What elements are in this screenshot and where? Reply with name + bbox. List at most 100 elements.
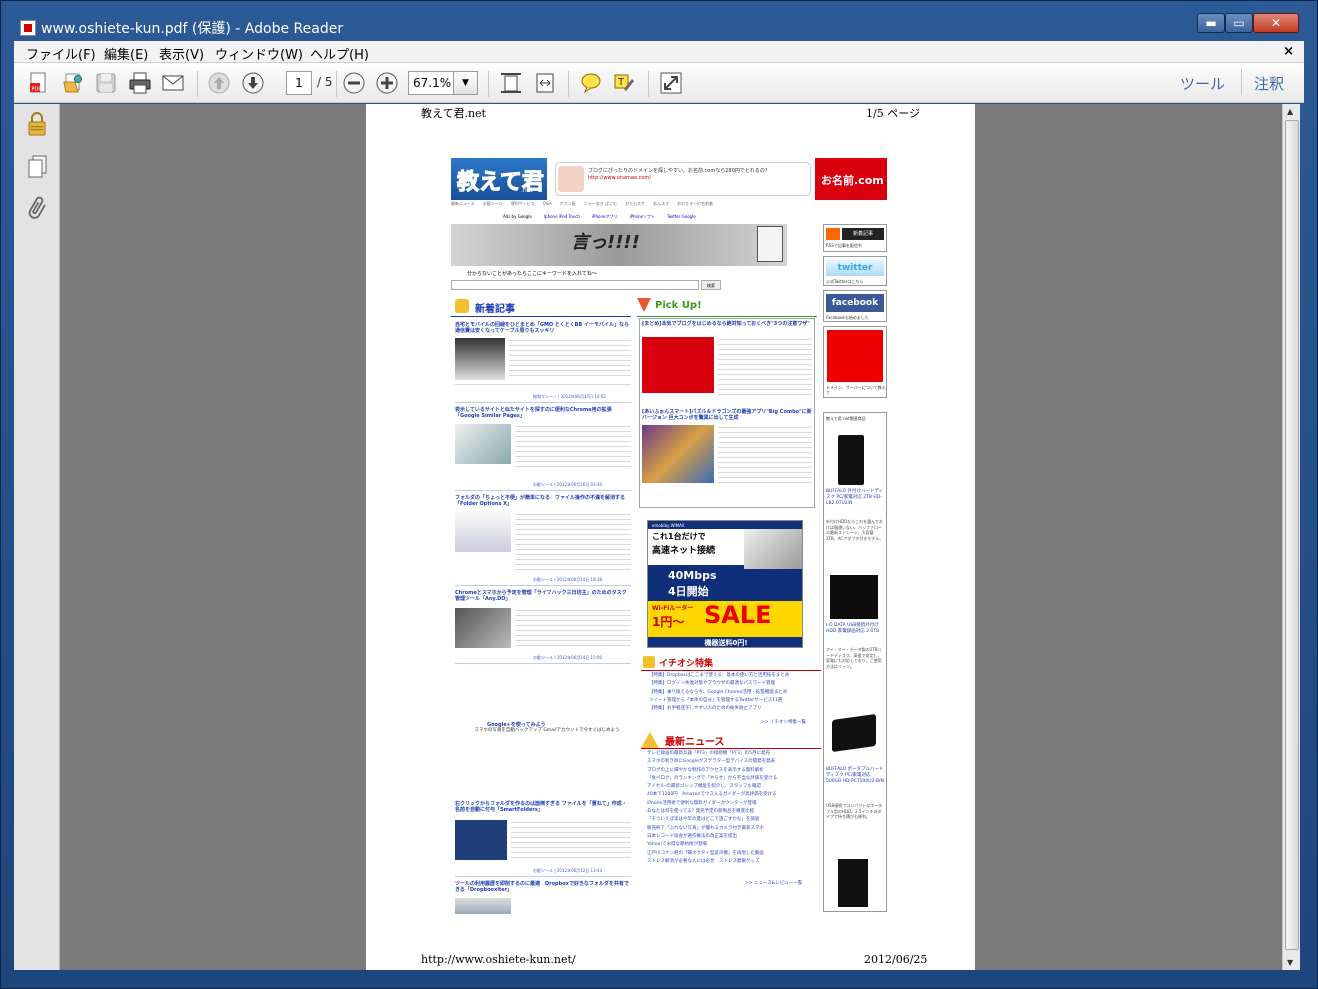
minimize-button[interactable]: ▬ [1197, 13, 1225, 33]
twitter-box[interactable]: twitter 公式Twitterはこちら [823, 256, 887, 286]
pickup-title[interactable]: [あいふぉんスマート]パズル＆ドラゴンズの最強アプリ"Big Combo"に新バ… [642, 409, 812, 421]
menu-view[interactable]: 表示(V) [159, 44, 204, 63]
product-name[interactable]: BUFFALO 外付けハードディスク PC/家電対応 2TB HD-LB2.0T… [826, 489, 884, 507]
article-thumbnail[interactable] [455, 512, 511, 552]
facebook-box[interactable]: facebook Facebookも始めました [823, 290, 887, 322]
wimax-ad[interactable]: emobiby WiMAX これ1台だけで 高速ネット接続 40Mbps 4日開… [647, 520, 803, 648]
product-image[interactable] [838, 859, 868, 907]
product-image[interactable] [838, 435, 864, 485]
article-thumbnail[interactable] [455, 338, 505, 380]
onamae-banner[interactable]: お名前.com [815, 158, 887, 200]
page-footer-url[interactable]: http://www.oshiete-kun.net/ [421, 953, 576, 966]
pickup-title[interactable]: [まとめ]本気でブログをはじめるなら絶対知っておくべき"3つの注意ワザ" [642, 321, 812, 327]
comment-pane-button[interactable]: 注釈 [1254, 73, 1284, 94]
article-title[interactable]: 右クリックからフォルダを作るのは面倒すぎる ファイルを「重ねて」作成・名前を自動… [455, 801, 631, 813]
print-icon[interactable] [128, 71, 152, 95]
pickup-excerpt [718, 337, 812, 399]
sticky-note-icon[interactable] [579, 71, 603, 95]
google-plus-text: スマホの写真を自動バックアップ Gmailアカウントで今すぐはじめよう [474, 728, 620, 733]
vertical-scrollbar[interactable]: ▲ ▼ [1282, 104, 1300, 970]
article-date: 総和マシーン | 2012年06月17日 14:02 [533, 394, 606, 399]
fit-width-icon[interactable] [533, 71, 557, 95]
pickup-image[interactable] [642, 425, 714, 483]
product-desc: アイ・オー・データ製の2TBハードディスク。高速で安定し、家電にも対応しており、… [826, 647, 882, 669]
page-number-input[interactable]: 1 [286, 71, 312, 95]
article-title[interactable]: ツールの利用履歴を即削するのに最適 Dropboxで好きなフォルダを共有できる「… [455, 881, 631, 893]
news-list[interactable]: テレビ録画の最新兵器「PT3」の接続機「PT3」の5月に発売 スマホの利き目にGo… [647, 750, 777, 866]
close-document-button[interactable]: × [1283, 44, 1294, 59]
header-ad[interactable]: ブログにぴったりのドメインを探しやすい。お名前.comなら280円でとれるの? … [555, 162, 811, 196]
new-articles-badge-icon [455, 299, 469, 313]
highlight-text-icon[interactable]: T [612, 71, 636, 95]
save-icon[interactable] [94, 71, 118, 95]
app-window: www.oshiete-kun.pdf (保護) - Adobe Reader … [0, 0, 1318, 989]
news-badge-icon [641, 732, 659, 748]
new-articles-heading: 新着記事 [475, 304, 515, 315]
site-search-button[interactable]: 検索 [701, 280, 721, 290]
news-more-link[interactable]: >> ニュース&レビュー一覧 [745, 880, 802, 886]
article-excerpt [515, 608, 631, 648]
feature-more-link[interactable]: >> イチオシ特集一覧 [761, 719, 806, 725]
article-title[interactable]: Chromeとスマホから予定を管理「ライフハック三日坊主」のためのタスク管理ツー… [455, 590, 631, 602]
google-plus-link[interactable]: Google+を使ってみよう [487, 721, 546, 728]
previous-page-icon[interactable] [207, 71, 231, 95]
scroll-down-icon[interactable]: ▼ [1287, 958, 1293, 967]
page-thumbnails-icon[interactable] [27, 154, 49, 178]
site-nav[interactable]: 最新ニュース お勧ツール 便利サービス Q&A ボカン板 ニャーおき ぱこむ お… [451, 201, 713, 207]
open-file-icon[interactable] [61, 71, 85, 95]
zoom-out-icon[interactable] [342, 71, 366, 95]
products-box: 教えて君.net関連商品 BUFFALO 外付けハードディスク PC/家電対応 … [823, 412, 887, 912]
page-total: / 5 [317, 75, 333, 89]
feature-list[interactable]: 【特集】Dropboxはここまで使える：基本の使い方と活用技をまとめ 【特集】ログ… [649, 672, 789, 713]
product-name[interactable]: BUFFALO ポータブルハードディスク PC/家電対応 500GB HD-PC… [826, 767, 884, 785]
fit-page-icon[interactable] [499, 71, 523, 95]
navigation-pane [14, 104, 60, 970]
pickup-box: [まとめ]本気でブログをはじめるなら絶対知っておくべき"3つの注意ワザ" [あい… [639, 318, 815, 508]
article-thumbnail[interactable] [455, 424, 511, 464]
zoom-dropdown-chevron-icon[interactable]: ▼ [454, 71, 478, 95]
scroll-up-icon[interactable]: ▲ [1287, 107, 1293, 116]
menu-file[interactable]: ファイル(F) [26, 44, 96, 63]
site-search-input[interactable] [451, 280, 699, 290]
article-title[interactable]: フォルダの「ちょっと不便」が簡単になる ファイル操作の不満を解消する「Folde… [455, 495, 631, 507]
toolbar-separator [1241, 69, 1242, 95]
page-header-number: 1/5 ページ [866, 107, 920, 120]
search-banner: 言っ!!!! [451, 224, 787, 266]
email-icon[interactable] [161, 71, 185, 95]
document-view[interactable]: 教えて君.net 1/5 ページ http://www.oshiete-kun.… [60, 104, 1282, 970]
lock-icon[interactable] [27, 112, 47, 136]
product-name[interactable]: I-O DATA USB接続外付けHDD 家電録画対応 2.0TB [826, 623, 884, 635]
ad-links[interactable]: Ads by Google Iphone iPod Touch iPhoneアプ… [503, 214, 696, 220]
maximize-button[interactable]: ▭ [1225, 13, 1253, 33]
zoom-level-input[interactable]: 67.1% [408, 71, 454, 95]
title-bar[interactable]: www.oshiete-kun.pdf (保護) - Adobe Reader … [1, 1, 1317, 39]
close-window-button[interactable]: ✕ [1253, 13, 1299, 33]
full-screen-icon[interactable] [659, 71, 683, 95]
article-title[interactable]: 表示しているサイトと似たサイトを探すのに便利なChrome用の拡張「Google… [455, 407, 631, 419]
product-desc: 外付けHDDならこれを選んでおけば間違いない。バッファローの最新ストレージ、大容… [826, 519, 884, 541]
menu-edit[interactable]: 編集(E) [104, 44, 148, 63]
article-thumbnail[interactable] [455, 898, 511, 914]
menu-help[interactable]: ヘルプ(H) [310, 44, 369, 63]
next-page-icon[interactable] [241, 71, 265, 95]
menu-window[interactable]: ウィンドウ(W) [215, 44, 303, 63]
zoom-in-icon[interactable] [375, 71, 399, 95]
article-date: お勧ツール | 2012年06月14日 18:38 [533, 577, 603, 582]
rss-box[interactable]: 新着記事 RSSで記事を配信中 [823, 224, 887, 252]
article-excerpt [511, 820, 631, 862]
pickup-image[interactable] [642, 337, 714, 393]
create-pdf-icon[interactable]: PDF [27, 71, 51, 95]
scrollbar-thumb[interactable] [1285, 120, 1299, 950]
product-image[interactable] [830, 575, 878, 619]
svg-text:PDF: PDF [32, 87, 42, 93]
ad-url[interactable]: http://www.onamae.com/ [588, 175, 651, 181]
attachments-paperclip-icon[interactable] [28, 196, 48, 222]
domain-box[interactable]: ドメイン、サーバーについて教えて [823, 326, 887, 398]
tools-pane-button[interactable]: ツール [1180, 73, 1225, 94]
article-thumbnail[interactable] [455, 820, 507, 860]
article-title[interactable]: 自宅とモバイルの回線をひとまとめ「GMO とくとくBB イーモバイル」なら通信費… [455, 322, 631, 334]
article-thumbnail[interactable] [455, 608, 511, 648]
article-excerpt [515, 512, 631, 572]
feature-heading: イチオシ特集 [659, 659, 714, 669]
product-image[interactable] [832, 713, 876, 753]
